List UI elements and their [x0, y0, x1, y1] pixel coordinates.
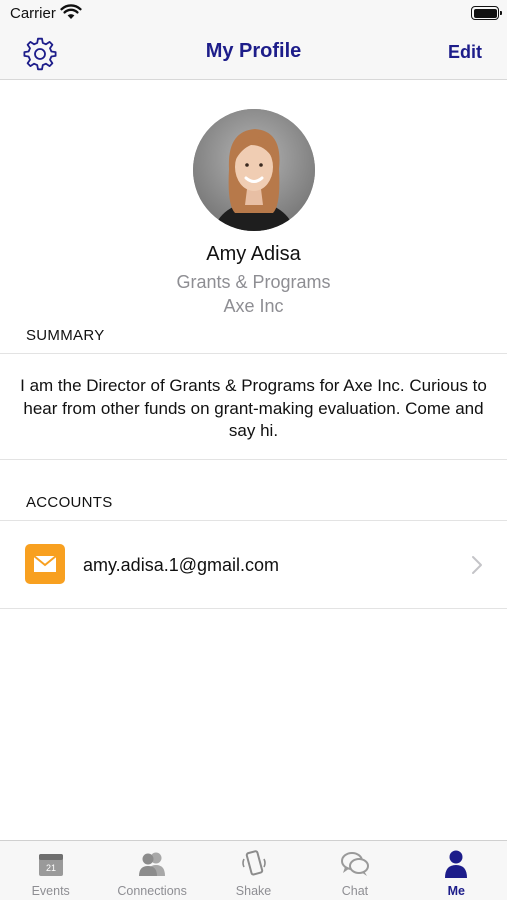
carrier-label: Carrier [10, 5, 56, 22]
chat-bubbles-icon [340, 852, 369, 876]
tab-label: Connections [117, 884, 187, 898]
tab-chat[interactable]: Chat [304, 841, 405, 900]
mail-icon [25, 544, 65, 584]
people-icon [139, 852, 166, 876]
divider [0, 459, 507, 460]
phone-shake-icon [241, 850, 266, 876]
nav-bar: My Profile Edit [0, 28, 507, 80]
profile-company: Axe Inc [223, 296, 284, 316]
divider [0, 608, 507, 609]
tab-label: Chat [341, 884, 369, 898]
status-bar: Carrier [0, 0, 507, 28]
profile-role: Grants & Programs [176, 272, 331, 292]
tab-events[interactable]: 21 Events [0, 841, 101, 900]
battery-icon [471, 6, 502, 20]
account-row-email[interactable]: amy.adisa.1@gmail.com [0, 522, 507, 608]
tab-label: Me [447, 884, 466, 898]
profile-name: Amy Adisa [206, 243, 301, 265]
page-title: My Profile [205, 40, 302, 62]
tab-shake[interactable]: Shake [203, 841, 304, 900]
tab-label: Events [31, 884, 70, 898]
calendar-icon: 21 [38, 854, 63, 876]
tab-me[interactable]: Me [406, 841, 507, 900]
divider [0, 520, 507, 521]
wifi-icon [60, 4, 82, 19]
tab-bar: 21 Events Connections Shake Chat Me [0, 840, 507, 900]
tab-label: Shake [235, 884, 272, 898]
avatar [193, 109, 315, 231]
divider [0, 353, 507, 354]
person-icon [445, 850, 468, 878]
calendar-day: 21 [46, 863, 56, 873]
edit-button[interactable]: Edit [448, 42, 482, 63]
accounts-header: ACCOUNTS [26, 494, 113, 511]
chevron-right-icon [472, 556, 482, 574]
summary-text: I am the Director of Grants & Programs f… [20, 376, 487, 440]
summary-header: SUMMARY [26, 327, 105, 344]
tab-connections[interactable]: Connections [101, 841, 202, 900]
account-email: amy.adisa.1@gmail.com [83, 555, 280, 575]
